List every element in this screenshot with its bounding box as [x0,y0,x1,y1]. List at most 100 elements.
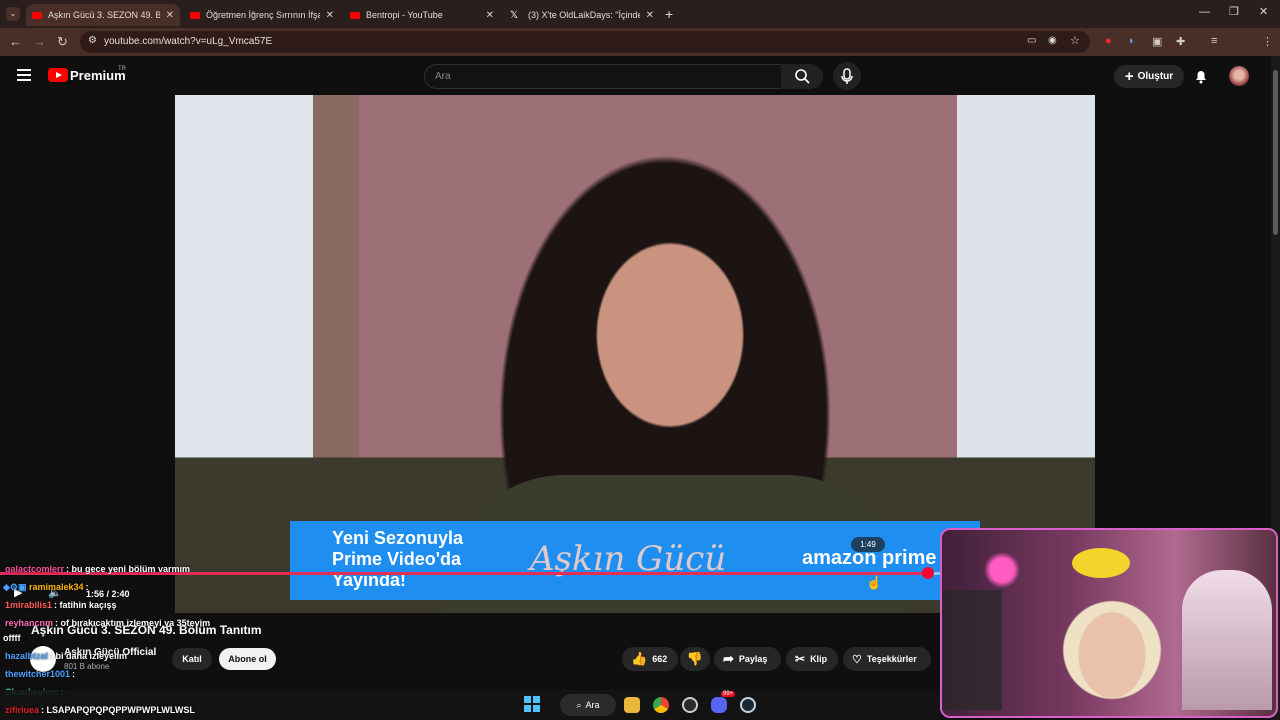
subscribe-button[interactable]: Abone ol [219,648,276,670]
plus-icon: + [1124,68,1134,85]
dislike-button[interactable]: 👎 [680,647,710,671]
tab-label: Öğretmen İğrenç Sırrının İfşa O [206,10,320,20]
new-tab-icon[interactable]: + [665,6,673,22]
extension-wave-icon[interactable]: ◗ [1128,35,1135,47]
chat-badge-icon: ◆⚙▣ [3,582,29,592]
scrollbar-thumb[interactable] [1273,70,1278,235]
site-info-icon[interactable]: ⚙ [88,35,97,46]
decor-background [1182,570,1272,710]
windows-start-icon[interactable] [524,696,540,712]
scissors-icon: ✂ [795,652,806,666]
bookmark-star-icon[interactable]: ☆ [1070,34,1080,47]
close-icon[interactable]: ✕ [486,10,494,21]
search-input[interactable]: Ara [424,64,782,89]
chat-message: 1mirabilis1: fatihin kaçışş [5,600,117,610]
chat-text: : bu gece yeni bölüm varmım [66,564,191,574]
chat-message: offff [3,633,21,643]
steam-icon[interactable] [740,697,756,713]
tab-ogretmen[interactable]: Öğretmen İğrenç Sırrının İfşa O ✕ [184,4,340,26]
thanks-button[interactable]: ♡ Teşekkürler [843,647,931,671]
taskbar-search-label: Ara [585,700,600,710]
browser-tab-strip: ⌄ Aşkın Gücü 3. SEZON 49. Bölüm ✕ Öğretm… [0,0,1280,28]
close-icon[interactable]: ✕ [166,10,174,21]
chat-text: : [72,669,76,679]
share-button[interactable]: ➦ Paylaş [714,647,781,671]
github-icon[interactable] [682,697,698,713]
notifications-bell-icon[interactable] [1193,68,1209,84]
browser-menu-icon[interactable]: ⋮ [1262,35,1273,48]
microphone-icon [841,68,853,84]
clip-button[interactable]: ✂ Klip [786,647,838,671]
chat-message: reyhancnm: of bırakıcaktım izlemeyi ya 3… [5,618,210,628]
chat-username: thewitcher1001 [5,669,71,679]
banner-text: Yeni Sezonuyla Prime Video'da Yayında! [332,528,464,590]
x-icon: 𝕏 [510,9,519,21]
search-icon: ⌕ [576,699,582,710]
tracking-icon[interactable]: ◉ [1048,35,1057,46]
chat-text: : bi daha izleyelim [50,651,128,661]
youtube-header: Premium TR Ara + Oluştur [0,56,1280,96]
chat-username: reyhancnm [5,618,54,628]
chat-message: zifiriuea: LSAPAPQPQPQPPWPWPLWLWSL [5,705,195,715]
back-icon[interactable]: ← [9,34,22,49]
voice-search-button[interactable] [833,62,861,90]
extension-box-icon[interactable]: ▣ [1152,35,1162,48]
taskbar-search[interactable]: ⌕ Ara [560,694,616,716]
share-arrow-icon: ➦ [723,651,734,666]
like-count: 662 [652,654,668,664]
file-explorer-icon[interactable] [624,697,640,713]
progress-scrubber[interactable] [922,567,934,579]
youtube-icon [190,11,200,19]
thanks-heart-icon: ♡ [852,653,862,666]
create-label: Oluştur [1137,71,1174,82]
tab-label: Aşkın Gücü 3. SEZON 49. Bölüm [48,10,160,20]
discord-badge: 99+ [721,691,736,697]
youtube-icon [350,11,360,19]
youtube-logo-icon[interactable] [48,68,68,82]
cast-icon[interactable]: ▭ [1027,35,1036,46]
country-code: TR [118,66,126,72]
share-label: Paylaş [738,654,768,664]
forward-icon[interactable]: → [33,34,46,49]
mouse-cursor-icon: ☝ [866,575,883,590]
reading-list-icon[interactable]: ≡ [1211,35,1217,47]
chat-message: thewitcher1001: [5,669,75,679]
window-close-icon[interactable]: ✕ [1259,5,1268,18]
pikachu-hat [1072,548,1130,578]
reload-icon[interactable]: ↻ [57,34,68,50]
create-button[interactable]: + Oluştur [1114,65,1184,88]
tab-label: (3) X'te OldLaikDays: "İçinde iç [528,10,640,20]
minimize-icon[interactable]: — [1199,6,1210,18]
extension-red-icon[interactable]: ● [1105,35,1112,47]
tab-search-chevron-icon[interactable]: ⌄ [6,7,20,21]
like-button[interactable]: 👍 662 [622,647,678,671]
discord-icon[interactable] [711,697,727,713]
search-placeholder: Ara [435,71,451,82]
youtube-icon [32,11,42,19]
thanks-label: Teşekkürler [866,654,917,664]
maximize-icon[interactable]: ❐ [1229,5,1239,18]
hamburger-menu-icon[interactable] [17,69,31,84]
join-button[interactable]: Katıl [172,648,212,670]
clip-label: Klip [810,654,828,664]
chat-message: hazalbtzal: bi daha izleyelim [5,651,127,661]
extensions-puzzle-icon[interactable]: ✚ [1176,35,1185,48]
tab-x[interactable]: 𝕏 (3) X'te OldLaikDays: "İçinde iç ✕ [504,4,660,26]
chrome-icon[interactable] [653,697,669,713]
chat-text: offff [3,633,21,643]
hover-time-tooltip: 1:49 [851,537,885,552]
webcam-overlay [940,528,1278,718]
tab-video[interactable]: Aşkın Gücü 3. SEZON 49. Bölüm ✕ [26,4,180,26]
tab-bentropi[interactable]: Bentropi - YouTube ✕ [344,4,500,26]
close-icon[interactable]: ✕ [326,10,334,21]
address-bar[interactable]: ⚙ youtube.com/watch?v=uLg_Vmca57E ▭ ◉ ☆ [80,31,1090,53]
thumbs-up-icon: 👍 [631,651,648,666]
search-button[interactable] [781,64,823,89]
chat-username: ramimalek34 [29,582,84,592]
tab-label: Bentropi - YouTube [366,10,443,20]
chat-message: galactcomlerr: bu gece yeni bölüm varmım [5,564,190,574]
account-avatar[interactable] [1229,66,1249,86]
close-icon[interactable]: ✕ [646,10,654,21]
time-display: 1:56 / 2:40 [86,589,130,599]
chat-text: : [85,582,89,592]
